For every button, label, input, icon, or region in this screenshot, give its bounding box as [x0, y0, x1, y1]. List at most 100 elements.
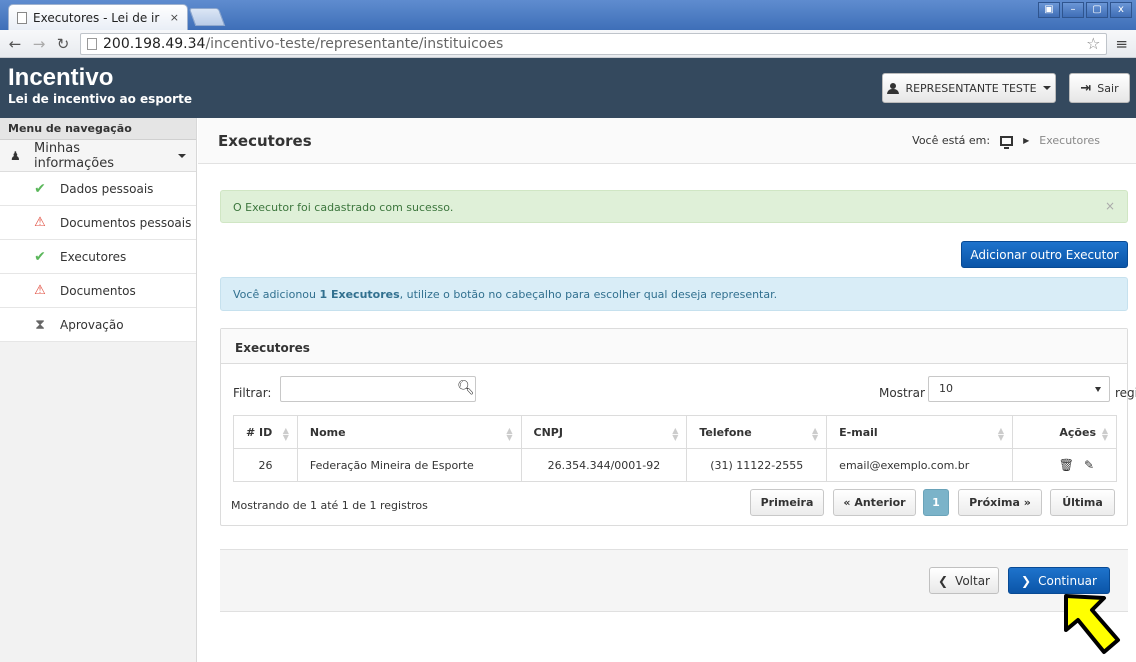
chevron-right-icon: ❯ — [1021, 573, 1032, 588]
column-nome[interactable]: Nome ▲ ▼ — [296, 415, 522, 449]
form-actions-bar: ❮ Voltar ❯ Continuar — [220, 549, 1128, 612]
show-label: Mostrar — [879, 386, 925, 400]
column-cnpj[interactable]: CNPJ ▲ ▼ — [520, 415, 688, 449]
caret-down-icon — [178, 153, 186, 158]
column-label: E-mail — [839, 425, 878, 439]
sidebar-item-documentos-pessoais[interactable]: ⚠ Documentos pessoais — [0, 206, 196, 240]
table-header-row: # ID ▲ ▼ Nome ▲ ▼ CNPJ ▲ ▼ Telefone ▲ ▼ E-mail ▲ ▼… — [233, 415, 1117, 449]
bookmark-star-icon[interactable]: ☆ — [1086, 34, 1100, 53]
sidebar-item-label: Documentos pessoais — [60, 215, 192, 230]
logout-label: Sair — [1097, 81, 1119, 95]
cell-nome: Federação Mineira de Esporte — [296, 448, 522, 482]
records-label: registros — [1115, 386, 1136, 400]
pager-last-button[interactable]: Última — [1050, 489, 1115, 516]
page-size-value: 10 — [939, 382, 953, 395]
sidebar-item-dados-pessoais[interactable]: ✔ Dados pessoais — [0, 172, 196, 206]
url-host: 200.198.49.34 — [103, 35, 206, 52]
sidebar-item-label: Aprovação — [60, 317, 124, 332]
user-icon — [887, 82, 900, 94]
app-header: Incentivo Lei de incentivo ao esporte RE… — [0, 58, 1136, 118]
breadcrumb: Você está em: ▶ Executores — [912, 134, 1100, 149]
info-message-post: , utilize o botão no cabeçalho para esco… — [399, 288, 778, 301]
cell-id: 26 — [233, 448, 298, 482]
sidebar-item-label: Documentos — [60, 283, 136, 298]
sidebar-item-documentos[interactable]: ⚠ Documentos — [0, 274, 196, 308]
sort-icon: ▲ ▼ — [997, 426, 1005, 442]
logout-icon: ⇥ — [1080, 80, 1092, 96]
pager-first-button[interactable]: Primeira — [750, 489, 824, 516]
trash-icon[interactable]: 🗑︎ — [1059, 458, 1074, 472]
pager-prev-button[interactable]: « Anterior — [833, 489, 916, 516]
monitor-icon[interactable] — [1000, 135, 1014, 149]
column-telefone[interactable]: Telefone ▲ ▼ — [686, 415, 828, 449]
success-alert: O Executor foi cadastrado com sucesso. × — [220, 190, 1128, 223]
column-label: Ações — [1059, 425, 1096, 439]
breadcrumb-prefix: Você está em: — [912, 134, 991, 147]
close-icon[interactable]: × — [1105, 199, 1115, 213]
back-button[interactable]: ❮ Voltar — [929, 567, 999, 594]
sidebar-list: ✔ Dados pessoais ⚠ Documentos pessoais ✔… — [0, 172, 196, 342]
user-group-icon: ♟ — [10, 148, 21, 163]
breadcrumb-current: Executores — [1039, 134, 1100, 147]
window-maximize-icon[interactable]: ▢ — [1086, 2, 1108, 18]
page-header: Executores Você está em: ▶ Executores — [198, 118, 1136, 164]
caret-down-icon — [1095, 387, 1101, 392]
sidebar-item-aprovacao[interactable]: ⧗ Aprovação — [0, 308, 196, 342]
executores-panel: Executores Filtrar: 🔍︎ Mostrar 10 regist… — [220, 328, 1136, 526]
column-email[interactable]: E-mail ▲ ▼ — [826, 415, 1014, 449]
sort-icon: ▲ ▼ — [672, 426, 679, 442]
reload-icon[interactable]: ↻ — [56, 35, 70, 53]
pencil-icon[interactable]: ✎ — [1084, 458, 1094, 472]
continue-label: Continuar — [1038, 573, 1097, 588]
add-executor-button[interactable]: Adicionar outro Executor — [961, 241, 1128, 268]
sidebar-group-minhas-informacoes[interactable]: ♟ Minhas informações — [0, 140, 196, 172]
success-message: O Executor foi cadastrado com sucesso. — [233, 201, 454, 214]
column-acoes[interactable]: Ações ▲ ▼ — [1012, 415, 1117, 449]
browser-tab[interactable]: Executores - Lei de ir × — [8, 4, 188, 30]
info-message-bold: 1 Executores — [319, 288, 400, 301]
column-label: Nome — [309, 425, 346, 439]
window-close-icon[interactable]: x — [1110, 2, 1132, 18]
brand-title[interactable]: Incentivo — [8, 64, 113, 92]
column-id[interactable]: # ID ▲ ▼ — [233, 415, 298, 449]
tab-title: Executores - Lei de ir — [33, 10, 160, 25]
cell-telefone: (31) 11122-2555 — [686, 448, 828, 482]
brand-subtitle: Lei de incentivo ao esporte — [8, 92, 192, 106]
new-tab-button[interactable] — [188, 8, 226, 26]
executores-table: # ID ▲ ▼ Nome ▲ ▼ CNPJ ▲ ▼ Telefone ▲ ▼ E-mail ▲ ▼… — [233, 415, 1117, 482]
warning-icon: ⚠ — [34, 215, 46, 230]
back-label: Voltar — [955, 573, 990, 588]
check-icon: ✔ — [34, 180, 46, 197]
panel-title: Executores — [221, 329, 1127, 364]
page-icon — [87, 37, 97, 50]
pager-next-button[interactable]: Próxima » — [958, 489, 1042, 516]
forward-arrow-icon[interactable]: → — [32, 35, 46, 53]
pointer-arrow-icon — [1064, 594, 1120, 654]
window-restore-icon[interactable]: ▣ — [1038, 2, 1060, 18]
sort-icon: ▲ ▼ — [282, 426, 289, 442]
chevron-left-icon: ❮ — [937, 573, 949, 588]
logout-button[interactable]: ⇥ Sair — [1069, 73, 1130, 103]
address-bar[interactable]: 200.198.49.34/incentivo-teste/representa… — [80, 32, 1108, 55]
filter-label: Filtrar: — [233, 386, 272, 400]
user-menu-button[interactable]: REPRESENTANTE TESTE — [882, 73, 1056, 103]
browser-menu-icon[interactable]: ≡ — [1115, 35, 1128, 53]
page-size-select[interactable]: 10 — [928, 376, 1110, 402]
tab-close-icon[interactable]: × — [170, 11, 179, 24]
page-icon — [17, 11, 27, 24]
cell-email: email@exemplo.com.br — [826, 448, 1014, 482]
sort-icon: ▲ ▼ — [506, 426, 513, 442]
sidebar-item-executores[interactable]: ✔ Executores — [0, 240, 196, 274]
cell-acoes: 🗑︎ ✎ — [1012, 448, 1117, 482]
pager-page-1[interactable]: 1 — [923, 489, 949, 516]
window-controls: ▣ – ▢ x — [1038, 2, 1132, 18]
warning-icon: ⚠ — [34, 283, 46, 298]
column-label: Telefone — [699, 425, 752, 439]
back-arrow-icon[interactable]: ← — [8, 35, 22, 53]
table-info: Mostrando de 1 até 1 de 1 registros — [231, 499, 428, 512]
browser-toolbar: ← → ↻ 200.198.49.34/incentivo-teste/repr… — [0, 30, 1136, 58]
filter-input[interactable] — [280, 376, 476, 402]
window-minimize-icon[interactable]: – — [1062, 2, 1084, 18]
column-label: # ID — [246, 425, 273, 439]
caret-down-icon — [1042, 86, 1051, 90]
